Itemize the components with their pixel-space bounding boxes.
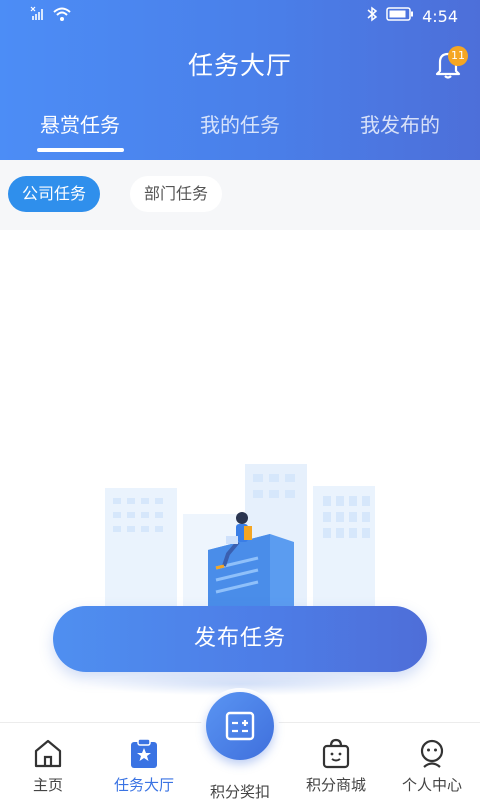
shopping-bag-icon	[321, 737, 351, 769]
empty-state-illustration	[80, 450, 400, 610]
nav-personal-center-label: 个人中心	[401, 776, 462, 794]
task-hall-icon	[129, 737, 159, 769]
points-reward-fab[interactable]	[206, 692, 274, 760]
status-time: 4:54	[422, 6, 458, 26]
bluetooth-icon	[366, 6, 378, 26]
task-tabs: 悬赏任务 我的任务 我发布的	[0, 108, 480, 160]
filter-company-tasks[interactable]: 公司任务	[8, 176, 101, 212]
bell-icon	[432, 52, 464, 84]
nav-home-label: 主页	[32, 776, 63, 794]
user-icon	[417, 737, 447, 769]
notification-badge: 11	[448, 46, 468, 66]
page-title: 任务大厅	[187, 51, 292, 80]
header: 4:54 任务大厅 11 悬赏任务 我的任务 我发布的	[0, 0, 480, 160]
wifi-icon	[52, 6, 72, 26]
publish-task-button[interactable]: 发布任务	[53, 606, 427, 672]
tab-active-indicator	[37, 148, 124, 152]
battery-icon	[386, 7, 414, 25]
home-icon	[33, 737, 63, 769]
nav-points-mall[interactable]: 积分商城	[288, 723, 384, 800]
filter-row: 公司任务 部门任务	[0, 160, 480, 230]
tab-bounty-tasks[interactable]: 悬赏任务	[10, 108, 150, 142]
nav-personal-center[interactable]: 个人中心	[384, 723, 480, 800]
tab-my-published[interactable]: 我发布的	[330, 108, 470, 142]
filter-department-tasks[interactable]: 部门任务	[130, 176, 223, 212]
status-bar: 4:54	[0, 0, 480, 32]
nav-task-hall[interactable]: 任务大厅	[96, 723, 192, 800]
nav-task-hall-label: 任务大厅	[113, 776, 174, 794]
no-sim-icon	[30, 6, 46, 26]
nav-points-reward-label: 积分奖扣	[209, 783, 270, 800]
nav-points-mall-label: 积分商城	[305, 776, 366, 794]
nav-home[interactable]: 主页	[0, 723, 96, 800]
tab-my-tasks[interactable]: 我的任务	[170, 108, 310, 142]
